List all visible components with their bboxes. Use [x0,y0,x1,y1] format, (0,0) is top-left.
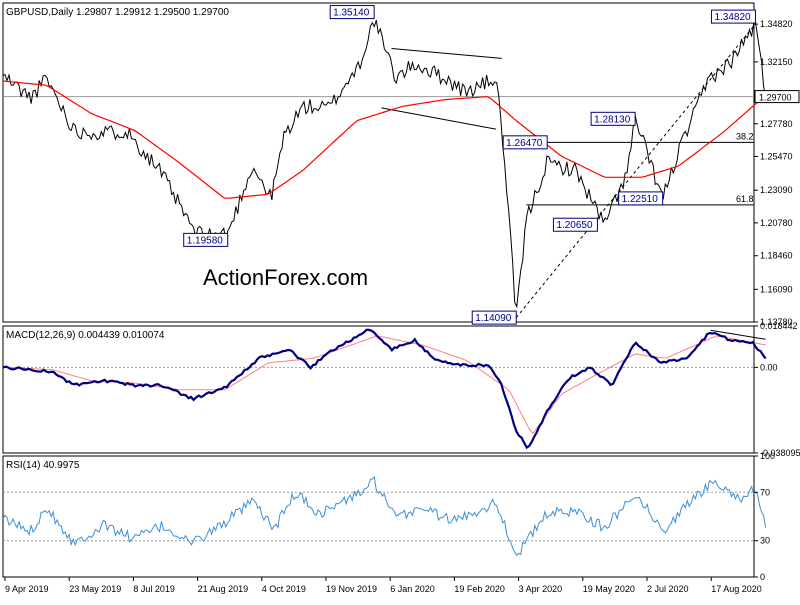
price-callout-label: 1.35140 [333,8,370,19]
rsi-tick-label: 100 [760,451,775,461]
fib-level-label: 38.2 [736,131,754,141]
price-tick-label: 1.23090 [760,185,793,195]
price-tick-label: 1.25470 [760,151,793,161]
x-tick-label: 9 Apr 2019 [5,584,49,594]
price-callout-label: 1.26470 [506,138,543,149]
rsi-tick-label: 0 [760,572,765,582]
x-tick-label: 4 Oct 2019 [262,584,306,594]
watermark: ActionForex.com [203,265,368,290]
x-tick-label: 21 Aug 2019 [198,584,249,594]
x-tick-label: 17 Aug 2020 [711,584,762,594]
price-callout-label: 1.34820 [714,12,751,23]
x-tick-label: 8 Jul 2019 [133,584,175,594]
x-tick-label: 3 Apr 2020 [519,584,563,594]
price-tick-label: 1.16090 [760,284,793,294]
price-tick-label: 1.34820 [760,19,793,29]
price-tick-label: 1.32150 [760,57,793,67]
chart-background [0,0,800,600]
price-callout-label: 1.22510 [622,194,659,205]
macd-tick-label: 0.00 [760,362,778,372]
macd-tick-label: 0.018442 [760,321,798,331]
price-callout-label: 1.28130 [594,114,631,125]
rsi-tick-label: 30 [760,536,770,546]
rsi-panel-header: RSI(14) 40.9975 [6,460,80,471]
gbpusd-daily-chart: ActionForex.com 38.2 61.8 1.35140 1.19580 1… [0,0,800,600]
x-tick-label: 19 May 2020 [583,584,635,594]
price-tick-label: 1.20780 [760,218,793,228]
rsi-tick-label: 70 [760,487,770,497]
price-tick-label: 1.27780 [760,119,793,129]
price-tick-label: 1.18460 [760,251,793,261]
chart-root: ActionForex.com 38.2 61.8 1.35140 1.19580 1… [0,0,800,600]
current-price-label: 1.29700 [759,93,792,103]
price-callout-label: 1.19580 [187,235,224,246]
price-callout-label: 1.20650 [556,220,593,231]
x-tick-label: 23 May 2019 [69,584,121,594]
x-tick-label: 6 Jan 2020 [390,584,435,594]
price-panel-header: GBPUSD,Daily 1.29807 1.29912 1.29500 1.2… [6,7,229,18]
watermark-layer: ActionForex.com [203,265,368,290]
macd-panel-header: MACD(12,26,9) 0.004439 0.010074 [6,330,165,341]
price-callout-label: 1.14090 [475,313,512,324]
x-tick-label: 19 Feb 2020 [454,584,505,594]
x-tick-label: 19 Nov 2019 [326,584,377,594]
x-tick-label: 2 Jul 2020 [647,584,689,594]
fib-level-label: 61.8 [736,194,754,204]
